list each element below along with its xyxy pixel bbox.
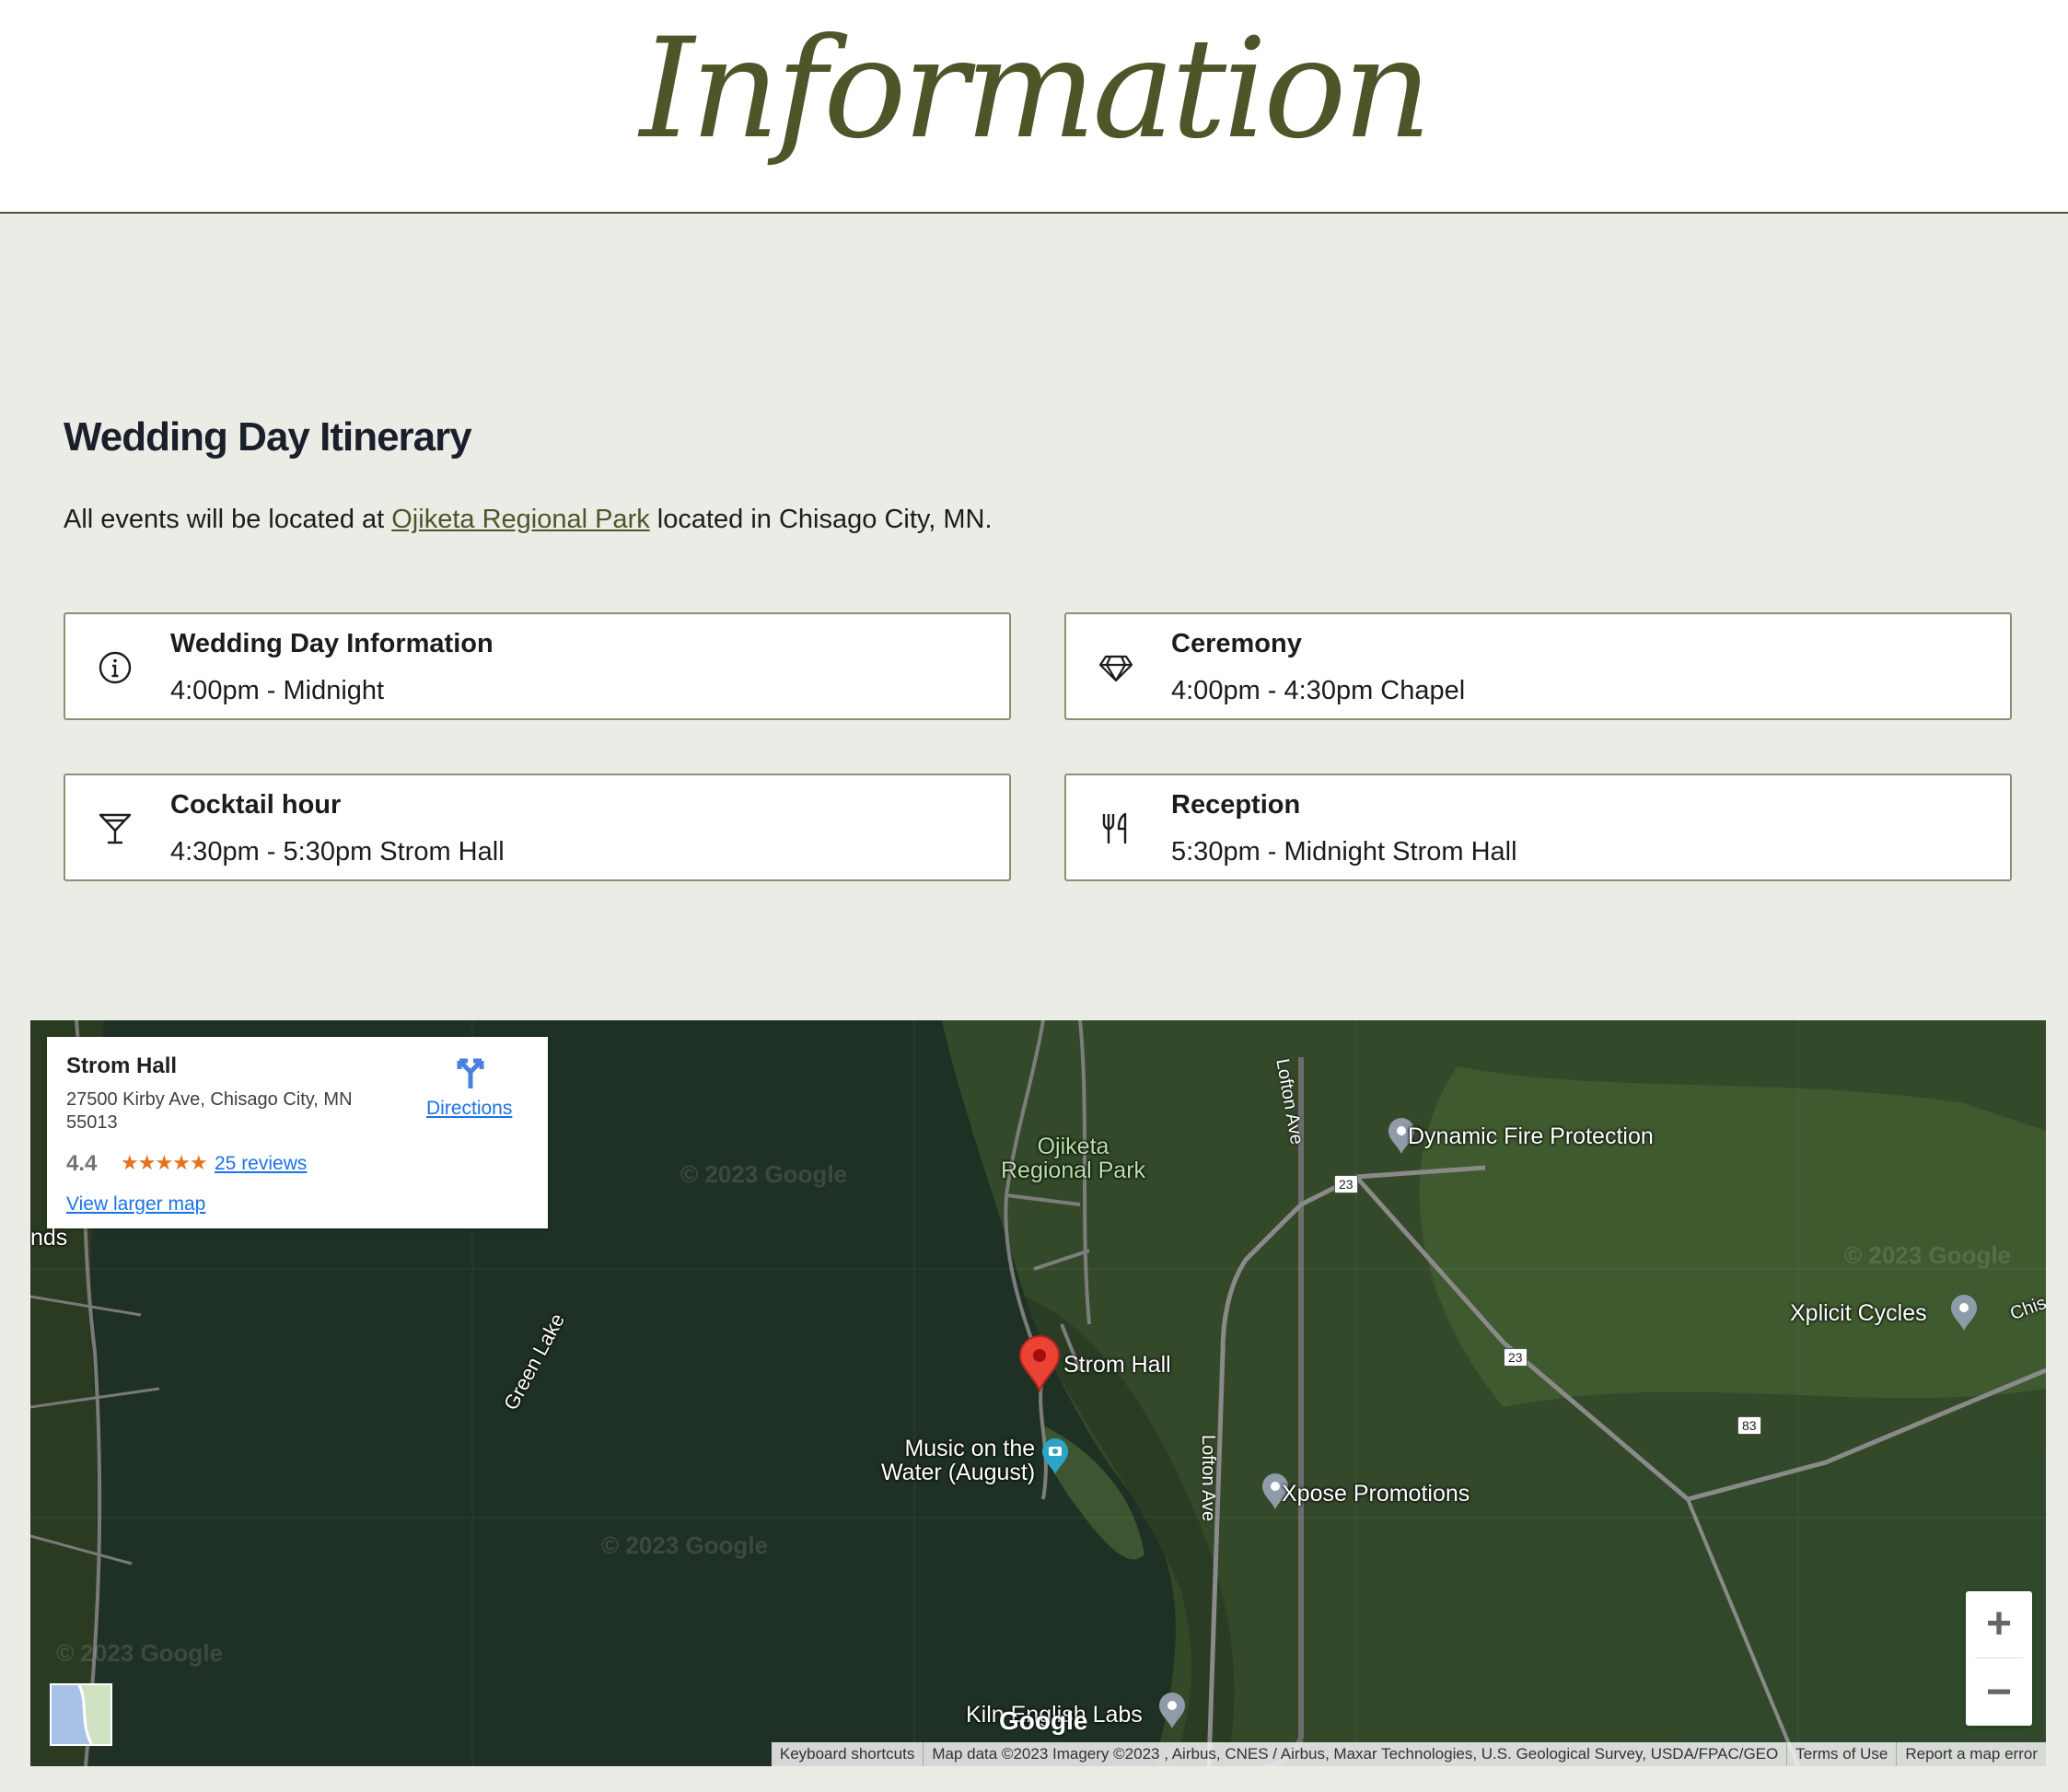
intro-after: located in Chisago City, MN. bbox=[649, 505, 993, 534]
park-label[interactable]: Ojiketa Regional Park bbox=[1001, 1135, 1145, 1182]
rating-stars-icon: ★★★★★ bbox=[121, 1151, 208, 1174]
itinerary-heading: Wedding Day Itinerary bbox=[64, 414, 472, 460]
map-embed[interactable]: © 2023 Google © 2023 Google © 2023 Googl… bbox=[30, 1020, 2046, 1766]
intro-text: All events will be located at Ojiketa Re… bbox=[64, 505, 993, 535]
card-title: Wedding Day Information bbox=[170, 629, 494, 658]
camera-pin-icon[interactable] bbox=[1040, 1437, 1070, 1475]
strom-hall-label[interactable]: Strom Hall bbox=[1063, 1352, 1171, 1379]
card-cocktail-hour: Cocktail hour 4:30pm - 5:30pm Strom Hall bbox=[64, 774, 1011, 881]
page-title: Information bbox=[639, 9, 1432, 169]
place-pin-icon[interactable] bbox=[1949, 1293, 1979, 1332]
xpose-promotions-label[interactable]: Xpose Promotions bbox=[1282, 1481, 1470, 1507]
xplicit-cycles-label[interactable]: Xplicit Cycles bbox=[1790, 1300, 1927, 1327]
place-address: 27500 Kirby Ave, Chisago City, MN 55013 bbox=[66, 1089, 353, 1133]
view-larger-map-link[interactable]: View larger map bbox=[66, 1193, 205, 1216]
lofton-ave-label: Lofton Ave bbox=[1198, 1435, 1218, 1522]
map-watermark: © 2023 Google bbox=[680, 1160, 847, 1188]
card-time: 5:30pm - Midnight Strom Hall bbox=[1171, 837, 1517, 867]
report-map-error-link[interactable]: Report a map error bbox=[1896, 1742, 2046, 1766]
card-title: Ceremony bbox=[1171, 629, 1302, 658]
highway-shield: 23 bbox=[1504, 1348, 1528, 1367]
map-data-attribution: Map data ©2023 Imagery ©2023 , Airbus, C… bbox=[923, 1742, 1786, 1766]
zoom-in-button[interactable]: + bbox=[1966, 1591, 2032, 1658]
park-label-text: Ojiketa Regional Park bbox=[1001, 1134, 1146, 1183]
card-time: 4:30pm - 5:30pm Strom Hall bbox=[170, 837, 505, 867]
highway-shield: 83 bbox=[1737, 1416, 1761, 1435]
map-type-toggle[interactable] bbox=[50, 1683, 112, 1746]
directions-link[interactable]: Directions bbox=[426, 1098, 512, 1120]
diamond-icon bbox=[1098, 649, 1134, 686]
card-title: Cocktail hour bbox=[170, 790, 342, 820]
directions-icon[interactable] bbox=[452, 1053, 489, 1090]
place-rating: 4.4 bbox=[66, 1151, 98, 1176]
dynamic-fire-label[interactable]: Dynamic Fire Protection bbox=[1408, 1123, 1654, 1150]
fork-knife-icon bbox=[1098, 810, 1134, 847]
card-title: Reception bbox=[1171, 790, 1301, 820]
location-pin-icon[interactable] bbox=[1018, 1335, 1061, 1392]
zoom-controls: + − bbox=[1966, 1591, 2032, 1726]
card-time: 4:00pm - 4:30pm Chapel bbox=[1171, 676, 1466, 705]
map-thumbnail-icon bbox=[52, 1685, 110, 1744]
reviews-link[interactable]: 25 reviews bbox=[215, 1153, 307, 1175]
map-watermark: © 2023 Google bbox=[56, 1639, 223, 1667]
zoom-out-button[interactable]: − bbox=[1966, 1659, 2032, 1726]
terms-of-use-link[interactable]: Terms of Use bbox=[1786, 1742, 1896, 1766]
google-logo: Google bbox=[999, 1706, 1088, 1735]
cocktail-glass-icon bbox=[97, 810, 134, 847]
place-name: Strom Hall bbox=[66, 1053, 178, 1078]
keyboard-shortcuts-button[interactable]: Keyboard shortcuts bbox=[772, 1742, 923, 1766]
park-link[interactable]: Ojiketa Regional Park bbox=[391, 505, 649, 534]
map-watermark: © 2023 Google bbox=[601, 1531, 768, 1559]
place-info-card: Strom Hall 27500 Kirby Ave, Chisago City… bbox=[47, 1037, 548, 1228]
header: Information bbox=[0, 0, 2068, 214]
card-wedding-day-info: Wedding Day Information 4:00pm - Midnigh… bbox=[64, 612, 1011, 720]
card-reception: Reception 5:30pm - Midnight Strom Hall bbox=[1064, 774, 2012, 881]
highway-shield: 23 bbox=[1334, 1175, 1358, 1193]
card-ceremony: Ceremony 4:00pm - 4:30pm Chapel bbox=[1064, 612, 2012, 720]
intro-before: All events will be located at bbox=[64, 505, 392, 534]
map-watermark: © 2023 Google bbox=[1844, 1241, 2011, 1269]
place-pin-icon[interactable] bbox=[1157, 1691, 1187, 1729]
music-on-water-label[interactable]: Music on the Water (August) bbox=[881, 1437, 1035, 1484]
map-footer: Keyboard shortcuts Map data ©2023 Imager… bbox=[771, 1742, 2046, 1766]
card-time: 4:00pm - Midnight bbox=[170, 676, 385, 705]
info-circle-icon bbox=[97, 649, 134, 686]
edge-label-left: nds bbox=[30, 1225, 68, 1251]
